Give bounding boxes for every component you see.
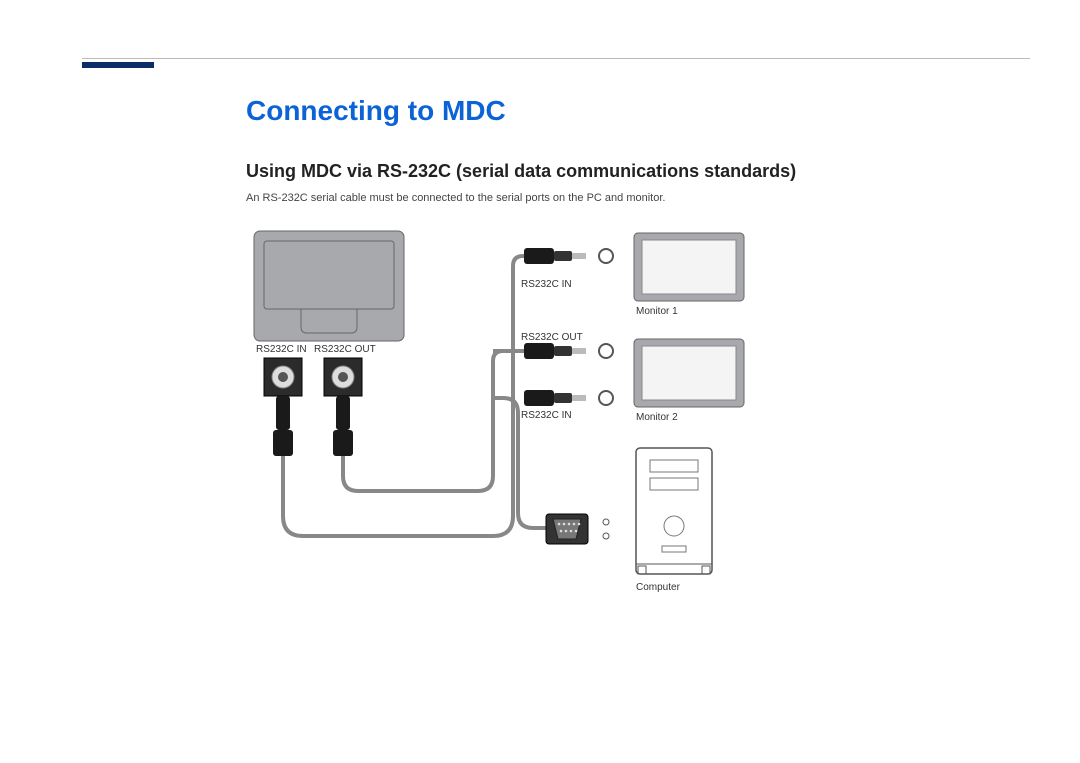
jack-plug-1-icon xyxy=(524,248,613,264)
page-description: An RS-232C serial cable must be connecte… xyxy=(246,192,1030,204)
jack-plug-3-icon xyxy=(524,390,613,406)
computer-tower-icon xyxy=(636,448,712,574)
page-rule xyxy=(82,58,1030,59)
db9-connector-icon xyxy=(546,514,609,544)
jack-plug-2-icon xyxy=(524,343,613,359)
port-out-icon xyxy=(324,358,362,396)
diagram-svg xyxy=(246,226,806,616)
accent-bar xyxy=(82,62,154,68)
port-in-icon xyxy=(264,358,302,396)
page-title: Connecting to MDC xyxy=(246,95,1030,127)
content-area: Connecting to MDC Using MDC via RS-232C … xyxy=(246,95,1030,616)
plug-down-right-icon xyxy=(333,396,353,456)
cable-3-icon xyxy=(493,398,548,528)
monitor-back-panel-icon xyxy=(254,231,404,341)
cable-2-icon xyxy=(343,351,538,491)
page-subtitle: Using MDC via RS-232C (serial data commu… xyxy=(246,161,1030,182)
monitor2-icon xyxy=(634,339,744,407)
connection-diagram: RS232C IN RS232C OUT RS232C IN RS232C OU… xyxy=(246,226,806,616)
monitor1-icon xyxy=(634,233,744,301)
plug-down-left-icon xyxy=(273,396,293,456)
